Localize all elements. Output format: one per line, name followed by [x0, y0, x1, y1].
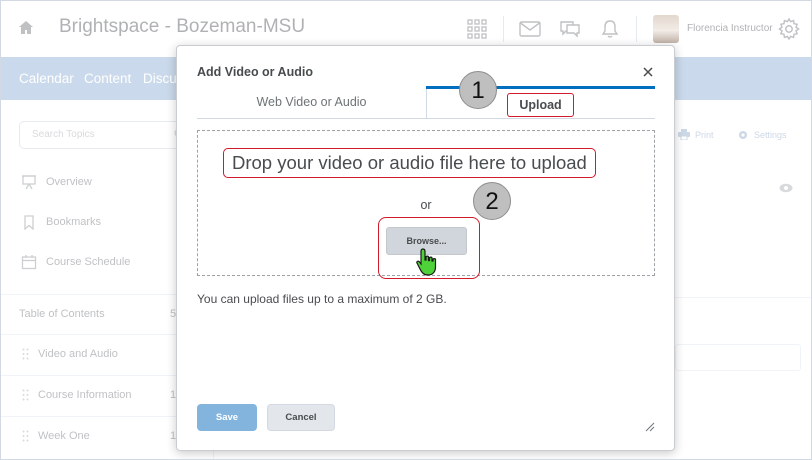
- max-upload-text: You can upload files up to a maximum of …: [197, 292, 447, 306]
- close-icon[interactable]: [642, 66, 654, 78]
- step-2-callout: 2: [473, 182, 511, 220]
- or-text: or: [420, 198, 432, 212]
- step-1-callout: 1: [459, 71, 497, 109]
- file-drop-zone[interactable]: Drop your video or audio file here to up…: [197, 130, 655, 279]
- app-window: Brightspace - Bozeman-MSU Florencia Inst…: [0, 0, 812, 460]
- tab-upload-label: Upload: [507, 92, 574, 117]
- cancel-button[interactable]: Cancel: [267, 404, 335, 431]
- resize-handle-icon[interactable]: [645, 422, 655, 432]
- tab-web-video-or-audio[interactable]: Web Video or Audio: [197, 86, 427, 118]
- dialog-tabs: Web Video or Audio Upload: [197, 86, 655, 119]
- drop-zone-text: Drop your video or audio file here to up…: [223, 148, 596, 178]
- add-video-audio-dialog: Add Video or Audio Web Video or Audio Up…: [176, 45, 675, 451]
- dialog-title: Add Video or Audio: [197, 65, 313, 79]
- save-button[interactable]: Save: [197, 404, 257, 431]
- hand-cursor-icon: [416, 248, 437, 276]
